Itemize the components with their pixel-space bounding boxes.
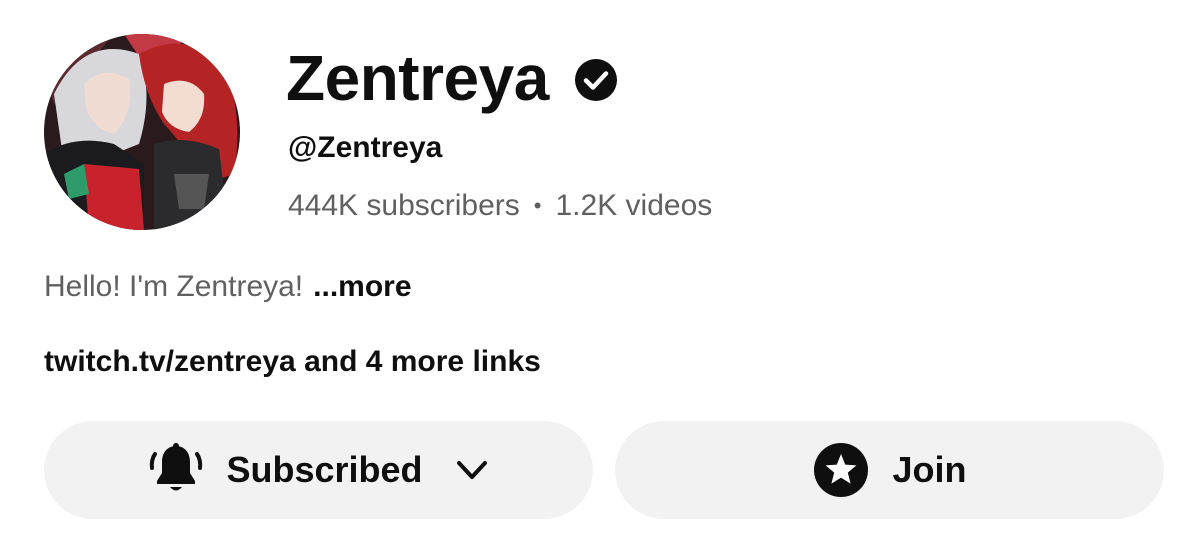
- channel-title-row: Zentreya: [286, 40, 619, 116]
- chevron-down-icon: [453, 451, 491, 489]
- bell-icon: [146, 440, 206, 500]
- star-icon: [812, 441, 870, 499]
- channel-stats: 444K subscribers • 1.2K videos: [288, 186, 712, 226]
- subscribed-button[interactable]: Subscribed: [44, 421, 593, 519]
- channel-links[interactable]: twitch.tv/zentreya and 4 more links: [44, 342, 541, 382]
- avatar-image: [44, 34, 240, 230]
- join-button[interactable]: Join: [615, 421, 1164, 519]
- subscribed-label: Subscribed: [226, 449, 423, 490]
- video-count: 1.2K videos: [555, 189, 713, 222]
- channel-avatar[interactable]: [44, 34, 240, 230]
- join-label: Join: [892, 449, 967, 490]
- subscriber-count: 444K subscribers: [288, 189, 520, 222]
- stats-separator: •: [533, 193, 542, 218]
- description-text: Hello! I'm Zentreya!: [44, 270, 304, 303]
- channel-handle: @Zentreya: [288, 131, 443, 164]
- verified-icon: [573, 57, 619, 103]
- description-more-link[interactable]: ...more: [313, 270, 411, 303]
- channel-name: Zentreya: [286, 42, 549, 114]
- channel-description[interactable]: Hello! I'm Zentreya! ...more: [44, 267, 412, 307]
